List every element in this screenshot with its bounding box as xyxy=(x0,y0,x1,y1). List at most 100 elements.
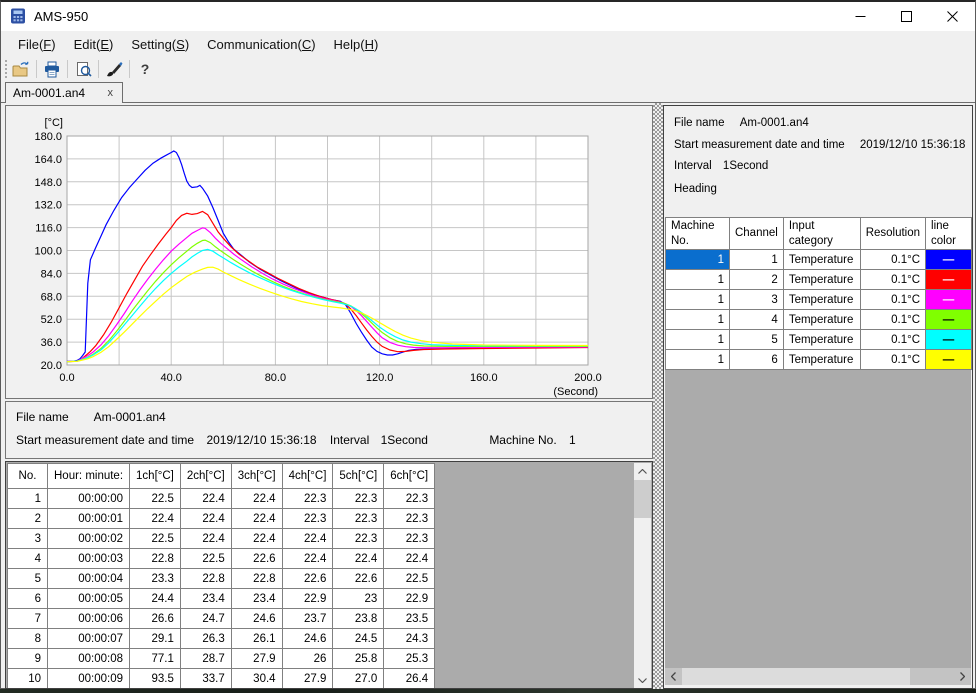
measurement-cell[interactable]: 22.4 xyxy=(333,549,384,569)
measurement-cell[interactable]: 00:00:09 xyxy=(48,669,130,689)
measurement-row[interactable]: 1000:00:0993.533.730.427.927.026.4 xyxy=(8,669,435,689)
measurement-cell[interactable]: 22.3 xyxy=(333,529,384,549)
resolution-cell[interactable]: 0.1°C xyxy=(860,290,925,310)
measurement-cell[interactable]: 25.3 xyxy=(384,649,435,669)
scrollbar-thumb[interactable] xyxy=(682,668,910,685)
measurement-row[interactable]: 200:00:0122.422.422.422.322.322.3 xyxy=(8,509,435,529)
machine-cell[interactable]: 1 xyxy=(666,350,730,370)
measurement-row[interactable]: 100:00:0022.522.422.422.322.322.3 xyxy=(8,489,435,509)
measurement-cell[interactable]: 25.8 xyxy=(333,649,384,669)
line-color-swatch[interactable]: — xyxy=(926,250,972,270)
measurement-cell[interactable]: 22.3 xyxy=(282,509,333,529)
channel-row[interactable]: 11Temperature0.1°C— xyxy=(666,250,972,270)
measurement-cell[interactable]: 22.8 xyxy=(231,569,282,589)
measurement-cell[interactable]: 22.4 xyxy=(130,509,181,529)
measurement-cell[interactable]: 2 xyxy=(8,509,48,529)
measurement-cell[interactable]: 00:00:02 xyxy=(48,529,130,549)
close-button[interactable] xyxy=(930,2,975,31)
measurement-cell[interactable]: 22.3 xyxy=(333,509,384,529)
menu-help[interactable]: Help(H) xyxy=(325,33,388,56)
measurement-cell[interactable]: 22.8 xyxy=(180,569,231,589)
channel-row[interactable]: 16Temperature0.1°C— xyxy=(666,350,972,370)
measurement-cell[interactable]: 29.1 xyxy=(130,629,181,649)
measurement-cell[interactable]: 26.6 xyxy=(130,609,181,629)
channel-row[interactable]: 14Temperature0.1°C— xyxy=(666,310,972,330)
machine-cell[interactable]: 1 xyxy=(666,250,730,270)
measurement-cell[interactable]: 26.3 xyxy=(180,629,231,649)
channel-row[interactable]: 15Temperature0.1°C— xyxy=(666,330,972,350)
menu-setting[interactable]: Setting(S) xyxy=(122,33,198,56)
measurement-cell[interactable]: 22.4 xyxy=(231,509,282,529)
measurement-cell[interactable]: 22.6 xyxy=(231,549,282,569)
channel-cell[interactable]: 4 xyxy=(729,310,783,330)
measurement-cell[interactable]: 93.5 xyxy=(130,669,181,689)
resolution-cell[interactable]: 0.1°C xyxy=(860,250,925,270)
help-button[interactable]: ? xyxy=(132,58,158,80)
measurement-cell[interactable]: 24.7 xyxy=(180,609,231,629)
measurement-cell[interactable]: 00:00:06 xyxy=(48,609,130,629)
machine-cell[interactable]: 1 xyxy=(666,270,730,290)
measurement-cell[interactable]: 22.9 xyxy=(384,589,435,609)
measurement-cell[interactable]: 24.6 xyxy=(231,609,282,629)
channel-cell[interactable]: 3 xyxy=(729,290,783,310)
measurement-row[interactable]: 300:00:0222.522.422.422.422.322.3 xyxy=(8,529,435,549)
category-cell[interactable]: Temperature xyxy=(783,250,860,270)
measurement-cell[interactable]: 77.1 xyxy=(130,649,181,669)
measurement-cell[interactable]: 22.4 xyxy=(384,549,435,569)
measurement-cell[interactable]: 00:00:01 xyxy=(48,509,130,529)
measurement-table[interactable]: No.Hour: minute:1ch[°C]2ch[°C]3ch[°C]4ch… xyxy=(7,463,435,689)
measurement-cell[interactable]: 26.4 xyxy=(384,669,435,689)
measurement-cell[interactable]: 22.3 xyxy=(333,489,384,509)
menu-edit[interactable]: Edit(E) xyxy=(65,33,123,56)
maximize-button[interactable] xyxy=(884,2,929,31)
category-cell[interactable]: Temperature xyxy=(783,270,860,290)
measurement-cell[interactable]: 27.9 xyxy=(282,669,333,689)
measurement-cell[interactable]: 3 xyxy=(8,529,48,549)
menu-communication[interactable]: Communication(C) xyxy=(198,33,324,56)
measurement-cell[interactable]: 33.7 xyxy=(180,669,231,689)
tab-am0001[interactable]: Am-0001.an4 x xyxy=(5,82,123,103)
measurement-cell[interactable]: 00:00:03 xyxy=(48,549,130,569)
measurement-cell[interactable]: 22.3 xyxy=(282,489,333,509)
measurement-cell[interactable]: 24.3 xyxy=(384,629,435,649)
measurement-cell[interactable]: 26.1 xyxy=(231,629,282,649)
tab-close-icon[interactable]: x xyxy=(108,87,123,99)
measurement-cell[interactable]: 23.4 xyxy=(180,589,231,609)
scroll-right-button[interactable] xyxy=(954,668,971,685)
measurement-cell[interactable]: 10 xyxy=(8,669,48,689)
measurement-cell[interactable]: 00:00:00 xyxy=(48,489,130,509)
print-button[interactable] xyxy=(39,58,65,80)
channel-table[interactable]: Machine No.ChannelInput categoryResoluti… xyxy=(665,217,972,370)
measurement-cell[interactable]: 23.5 xyxy=(384,609,435,629)
channel-cell[interactable]: 2 xyxy=(729,270,783,290)
measurement-cell[interactable]: 22.4 xyxy=(180,489,231,509)
resolution-cell[interactable]: 0.1°C xyxy=(860,330,925,350)
measurement-cell[interactable]: 00:00:07 xyxy=(48,629,130,649)
measurement-cell[interactable]: 22.8 xyxy=(130,549,181,569)
measurement-row[interactable]: 700:00:0626.624.724.623.723.823.5 xyxy=(8,609,435,629)
scroll-up-button[interactable] xyxy=(634,463,651,480)
measurement-cell[interactable]: 23.8 xyxy=(333,609,384,629)
measurement-cell[interactable]: 22.9 xyxy=(282,589,333,609)
print-preview-button[interactable] xyxy=(70,58,96,80)
measurement-cell[interactable]: 22.3 xyxy=(384,529,435,549)
measurement-cell[interactable]: 5 xyxy=(8,569,48,589)
measurement-cell[interactable]: 22.3 xyxy=(384,489,435,509)
horizontal-scrollbar[interactable] xyxy=(665,668,971,685)
measurement-cell[interactable]: 22.5 xyxy=(180,549,231,569)
measurement-cell[interactable]: 22.4 xyxy=(180,509,231,529)
measurement-cell[interactable]: 24.4 xyxy=(130,589,181,609)
title-bar[interactable]: AMS-950 xyxy=(1,2,975,31)
line-color-swatch[interactable]: — xyxy=(926,350,972,370)
measurement-cell[interactable]: 22.3 xyxy=(384,509,435,529)
measurement-cell[interactable]: 00:00:05 xyxy=(48,589,130,609)
measurement-cell[interactable]: 23 xyxy=(333,589,384,609)
measurement-cell[interactable]: 22.5 xyxy=(130,489,181,509)
minimize-button[interactable] xyxy=(838,2,883,31)
line-color-swatch[interactable]: — xyxy=(926,270,972,290)
scrollbar-thumb[interactable] xyxy=(634,480,651,518)
category-cell[interactable]: Temperature xyxy=(783,330,860,350)
category-cell[interactable]: Temperature xyxy=(783,350,860,370)
scroll-down-button[interactable] xyxy=(634,672,651,689)
measurement-row[interactable]: 500:00:0423.322.822.822.622.622.5 xyxy=(8,569,435,589)
